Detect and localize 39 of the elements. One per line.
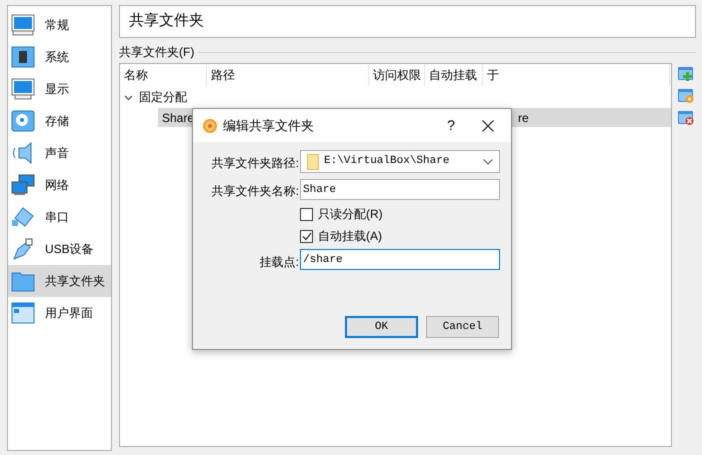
add-folder-icon[interactable] xyxy=(677,64,695,82)
mount-point-field[interactable]: /share xyxy=(300,249,500,270)
folder-icon xyxy=(11,270,35,292)
checkbox-label[interactable]: 只读分配(R) xyxy=(318,205,383,223)
path-dropdown[interactable]: E:\VirtualBox\Share xyxy=(300,150,500,173)
window-icon xyxy=(11,302,35,324)
chevron-icon[interactable] xyxy=(483,158,493,164)
help-button[interactable]: ? xyxy=(437,115,465,136)
remove-folder-icon[interactable] xyxy=(677,108,695,126)
folder-icon xyxy=(307,154,319,170)
table-cell-text: re xyxy=(518,110,529,127)
checkbox[interactable] xyxy=(300,208,313,220)
dialog-title: 编辑共享文件夹 xyxy=(223,116,314,135)
dropdown-value: E:\VirtualBox\Share xyxy=(324,154,450,170)
column-header[interactable]: 名称 xyxy=(120,64,207,86)
field-label: 共享文件夹名称: xyxy=(212,183,299,200)
chevron-icon[interactable] xyxy=(124,92,133,102)
column-header[interactable]: 于 xyxy=(483,64,670,86)
sidebar-item[interactable]: 共享文件夹 xyxy=(8,265,111,297)
checkbox-label[interactable]: 自动挂载(A) xyxy=(318,227,382,245)
name-field[interactable]: Share xyxy=(300,179,500,200)
tree-group-label[interactable]: 固定分配 xyxy=(139,88,187,106)
checkbox[interactable] xyxy=(300,230,313,242)
close-icon[interactable] xyxy=(482,120,494,132)
chip-icon xyxy=(11,46,35,68)
dialog-button[interactable]: Cancel xyxy=(426,316,499,338)
column-header[interactable]: 自动挂载 xyxy=(425,64,483,86)
group-label: 共享文件夹(F) xyxy=(119,44,194,61)
field-label: 挂载点: xyxy=(260,254,299,271)
field-label: 共享文件夹路径: xyxy=(212,155,299,172)
column-header[interactable]: 访问权限 xyxy=(369,64,425,86)
usb-icon xyxy=(11,238,35,260)
page-title: 共享文件夹 xyxy=(129,11,204,32)
monitor-icon xyxy=(11,78,35,100)
monitor-icon xyxy=(11,14,35,36)
network-icon xyxy=(11,174,35,196)
edit-folder-icon[interactable] xyxy=(677,86,695,104)
column-header[interactable]: 路径 xyxy=(207,64,369,86)
dialog-button[interactable]: OK xyxy=(345,316,418,338)
